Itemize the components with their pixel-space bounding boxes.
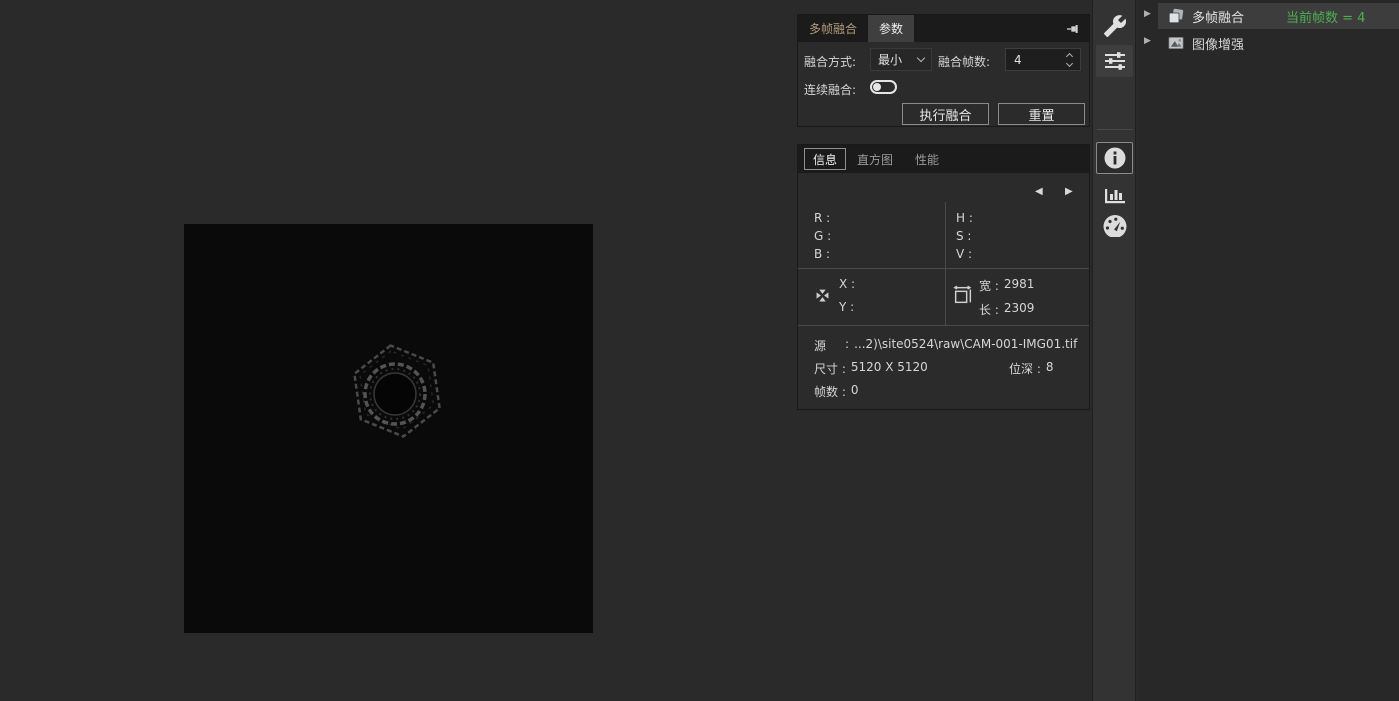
layers-icon: [1167, 7, 1185, 25]
tree-item-label: 图像增强: [1192, 34, 1244, 53]
pin-icon[interactable]: [1065, 21, 1081, 41]
width-value: 2981: [1004, 277, 1035, 294]
image-size-label: 尺寸 :: [814, 360, 846, 377]
bit-depth-label: 位深 :: [1009, 360, 1041, 377]
current-frame-count-badge: 当前帧数 = 4: [1286, 7, 1365, 26]
toggle-knob: [873, 83, 881, 91]
source-path: ...2)\site0524\raw\CAM-001-IMG01.tif: [854, 337, 1077, 354]
sliders-icon[interactable]: [1096, 45, 1133, 77]
tab-performance[interactable]: 性能: [904, 145, 950, 173]
fusion-frames-input[interactable]: 4: [1005, 48, 1081, 71]
histogram-icon[interactable]: [1096, 177, 1133, 209]
source-colon: :: [845, 337, 849, 354]
tab-info[interactable]: 信息: [804, 148, 846, 170]
tree-row-multi-frame-fusion[interactable]: ▶ 多帧融合 当前帧数 = 4: [1137, 3, 1399, 29]
prev-arrow-icon[interactable]: ◀: [1035, 186, 1043, 198]
chevron-down-icon: [917, 54, 925, 62]
tree-item-label: 多帧融合: [1192, 7, 1244, 26]
column-divider: [945, 202, 946, 326]
image-icon: [1167, 34, 1185, 52]
next-arrow-icon[interactable]: ▶: [1065, 186, 1073, 198]
tab-multi-frame-fusion[interactable]: 多帧融合: [798, 15, 868, 42]
tool-sidebar: [1092, 0, 1136, 701]
sidebar-divider: [1097, 129, 1133, 130]
height-label: 长 :: [979, 301, 999, 318]
tab-histogram[interactable]: 直方图: [846, 145, 904, 173]
bit-depth-value: 8: [1046, 360, 1054, 377]
frame-count-label: 帧数 :: [814, 383, 846, 400]
tree-item-multi-frame-fusion[interactable]: 多帧融合 当前帧数 = 4: [1158, 3, 1399, 29]
pipeline-tree-panel: ▶ 多帧融合 当前帧数 = 4 ▶: [1137, 0, 1399, 701]
g-label: G :: [814, 229, 831, 243]
continuous-fusion-label: 连续融合:: [804, 81, 856, 98]
frame-count-value: 0: [851, 383, 859, 400]
s-label: S :: [956, 229, 971, 243]
info-panel-tabbar: 信息 直方图 性能: [798, 145, 1089, 173]
source-label: 源: [814, 337, 826, 354]
h-label: H :: [956, 211, 973, 225]
v-label: V :: [956, 247, 972, 261]
tab-parameters[interactable]: 参数: [868, 15, 914, 42]
row-divider: [798, 268, 1089, 269]
continuous-fusion-toggle[interactable]: [870, 80, 897, 94]
hex-nut-image: [184, 224, 593, 633]
execute-fusion-button[interactable]: 执行融合: [902, 103, 989, 125]
app-window: 多帧融合 参数 融合方式: 最小 融合帧数: 4 连续融合:: [0, 0, 1399, 701]
x-label: X :: [839, 277, 855, 291]
tree-item-image-enhance[interactable]: 图像增强: [1158, 30, 1399, 56]
gauge-icon[interactable]: [1096, 210, 1133, 242]
info-panel: 信息 直方图 性能 ◀ ▶ R : G : B : H : S : V : X …: [797, 144, 1090, 410]
reset-button[interactable]: 重置: [998, 103, 1085, 125]
fusion-panel-tabbar: 多帧融合 参数: [798, 15, 1089, 42]
chevron-right-icon[interactable]: ▶: [1144, 36, 1151, 46]
y-label: Y :: [839, 300, 854, 314]
spinner-down-icon[interactable]: [1065, 59, 1072, 66]
fusion-param-panel: 多帧融合 参数 融合方式: 最小 融合帧数: 4 连续融合:: [797, 14, 1090, 127]
fusion-frames-label: 融合帧数:: [938, 53, 990, 70]
b-label: B :: [814, 247, 830, 261]
fusion-mode-dropdown[interactable]: 最小: [870, 48, 932, 71]
wrench-icon[interactable]: [1096, 10, 1133, 42]
tree-row-image-enhance[interactable]: ▶ 图像增强: [1137, 30, 1399, 56]
dimensions-icon: [952, 283, 974, 311]
image-viewport[interactable]: [184, 224, 593, 633]
r-label: R :: [814, 211, 830, 225]
fusion-frames-value: 4: [1006, 53, 1062, 67]
chevron-right-icon[interactable]: ▶: [1144, 9, 1151, 19]
width-label: 宽 :: [979, 277, 999, 294]
fusion-mode-label: 融合方式:: [804, 53, 856, 70]
row-divider: [798, 325, 1089, 326]
crosshair-icon: [813, 286, 832, 309]
height-value: 2309: [1004, 301, 1035, 318]
info-icon[interactable]: [1096, 142, 1133, 174]
image-size-value: 5120 X 5120: [851, 360, 928, 377]
fusion-mode-value: 最小: [878, 51, 902, 68]
